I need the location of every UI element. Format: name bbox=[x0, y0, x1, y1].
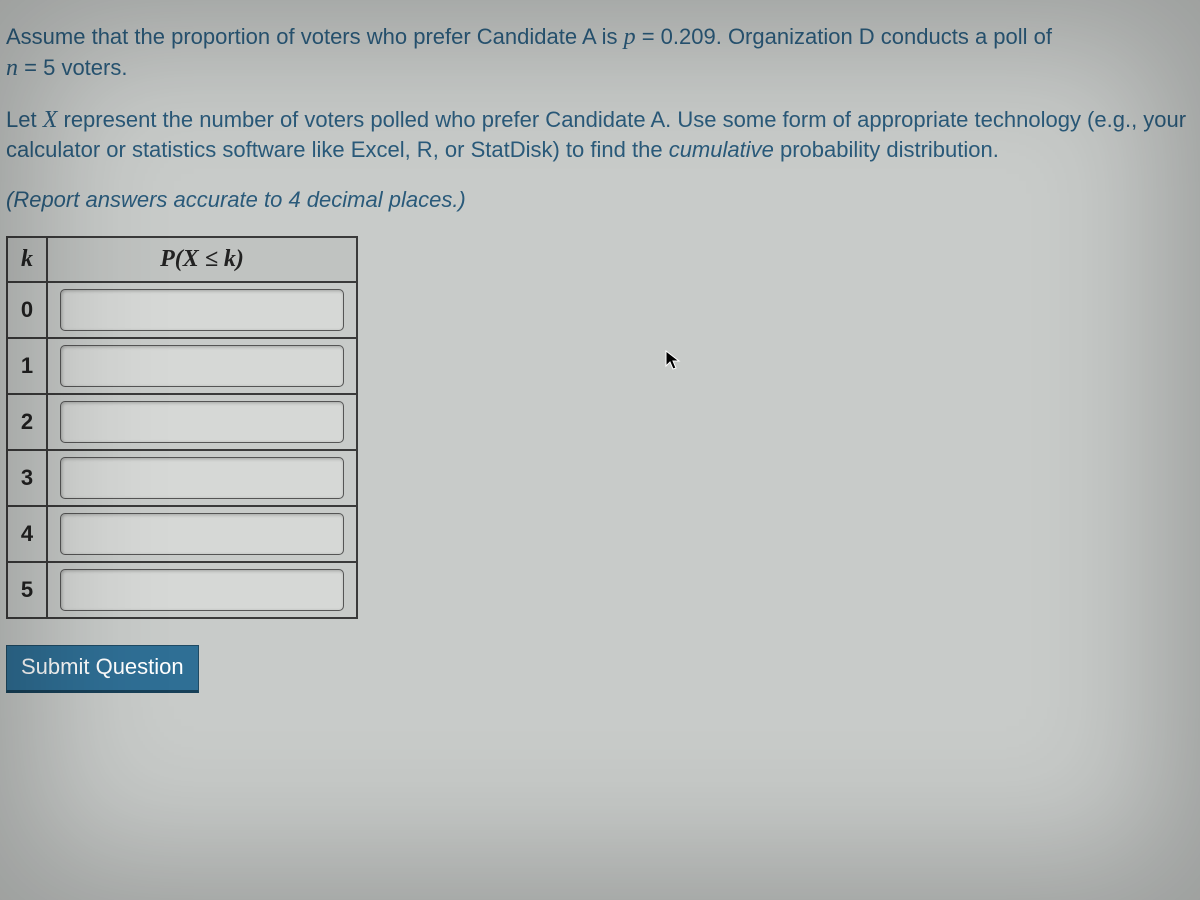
answer-input-4[interactable] bbox=[60, 513, 344, 555]
value-p: 0.209 bbox=[661, 24, 716, 49]
text-cumulative: cumulative bbox=[669, 137, 774, 162]
table-row: 3 bbox=[7, 450, 357, 506]
text: Assume that the proportion of voters who… bbox=[6, 24, 624, 49]
k-value: 1 bbox=[7, 338, 47, 394]
k-value: 2 bbox=[7, 394, 47, 450]
text: probability distribution. bbox=[774, 137, 999, 162]
k-value: 5 bbox=[7, 562, 47, 618]
header-p: P(X ≤ k) bbox=[47, 237, 357, 282]
k-value: 0 bbox=[7, 282, 47, 338]
question-instruction: (Report answers accurate to 4 decimal pl… bbox=[6, 186, 1194, 214]
answer-input-1[interactable] bbox=[60, 345, 344, 387]
answer-input-0[interactable] bbox=[60, 289, 344, 331]
k-value: 3 bbox=[7, 450, 47, 506]
table-header-row: k P(X ≤ k) bbox=[7, 237, 357, 282]
probability-table: k P(X ≤ k) 0 1 2 bbox=[6, 236, 358, 619]
answer-cell bbox=[47, 450, 357, 506]
math-var-X: X bbox=[43, 107, 58, 133]
math-var-p: p bbox=[624, 24, 636, 50]
answer-cell bbox=[47, 338, 357, 394]
header-k: k bbox=[7, 237, 47, 282]
answer-input-3[interactable] bbox=[60, 457, 344, 499]
answer-cell bbox=[47, 282, 357, 338]
text: = bbox=[18, 55, 43, 80]
text: voters. bbox=[55, 55, 127, 80]
math-var-n: n bbox=[6, 55, 18, 81]
answer-cell bbox=[47, 506, 357, 562]
table-row: 0 bbox=[7, 282, 357, 338]
submit-button[interactable]: Submit Question bbox=[6, 645, 199, 693]
answer-input-2[interactable] bbox=[60, 401, 344, 443]
question-paragraph-1: Assume that the proportion of voters who… bbox=[6, 22, 1194, 83]
k-value: 4 bbox=[7, 506, 47, 562]
text: = bbox=[636, 24, 661, 49]
table-row: 2 bbox=[7, 394, 357, 450]
answer-cell bbox=[47, 562, 357, 618]
table-row: 1 bbox=[7, 338, 357, 394]
question-paragraph-2: Let X represent the number of voters pol… bbox=[6, 105, 1194, 164]
text: . Organization D conducts a poll of bbox=[716, 24, 1052, 49]
answer-cell bbox=[47, 394, 357, 450]
text: represent the number of voters polled wh… bbox=[6, 107, 1186, 162]
text: Let bbox=[6, 107, 43, 132]
table-row: 4 bbox=[7, 506, 357, 562]
table-row: 5 bbox=[7, 562, 357, 618]
answer-input-5[interactable] bbox=[60, 569, 344, 611]
question-body: Assume that the proportion of voters who… bbox=[6, 22, 1194, 693]
value-n: 5 bbox=[43, 55, 55, 80]
